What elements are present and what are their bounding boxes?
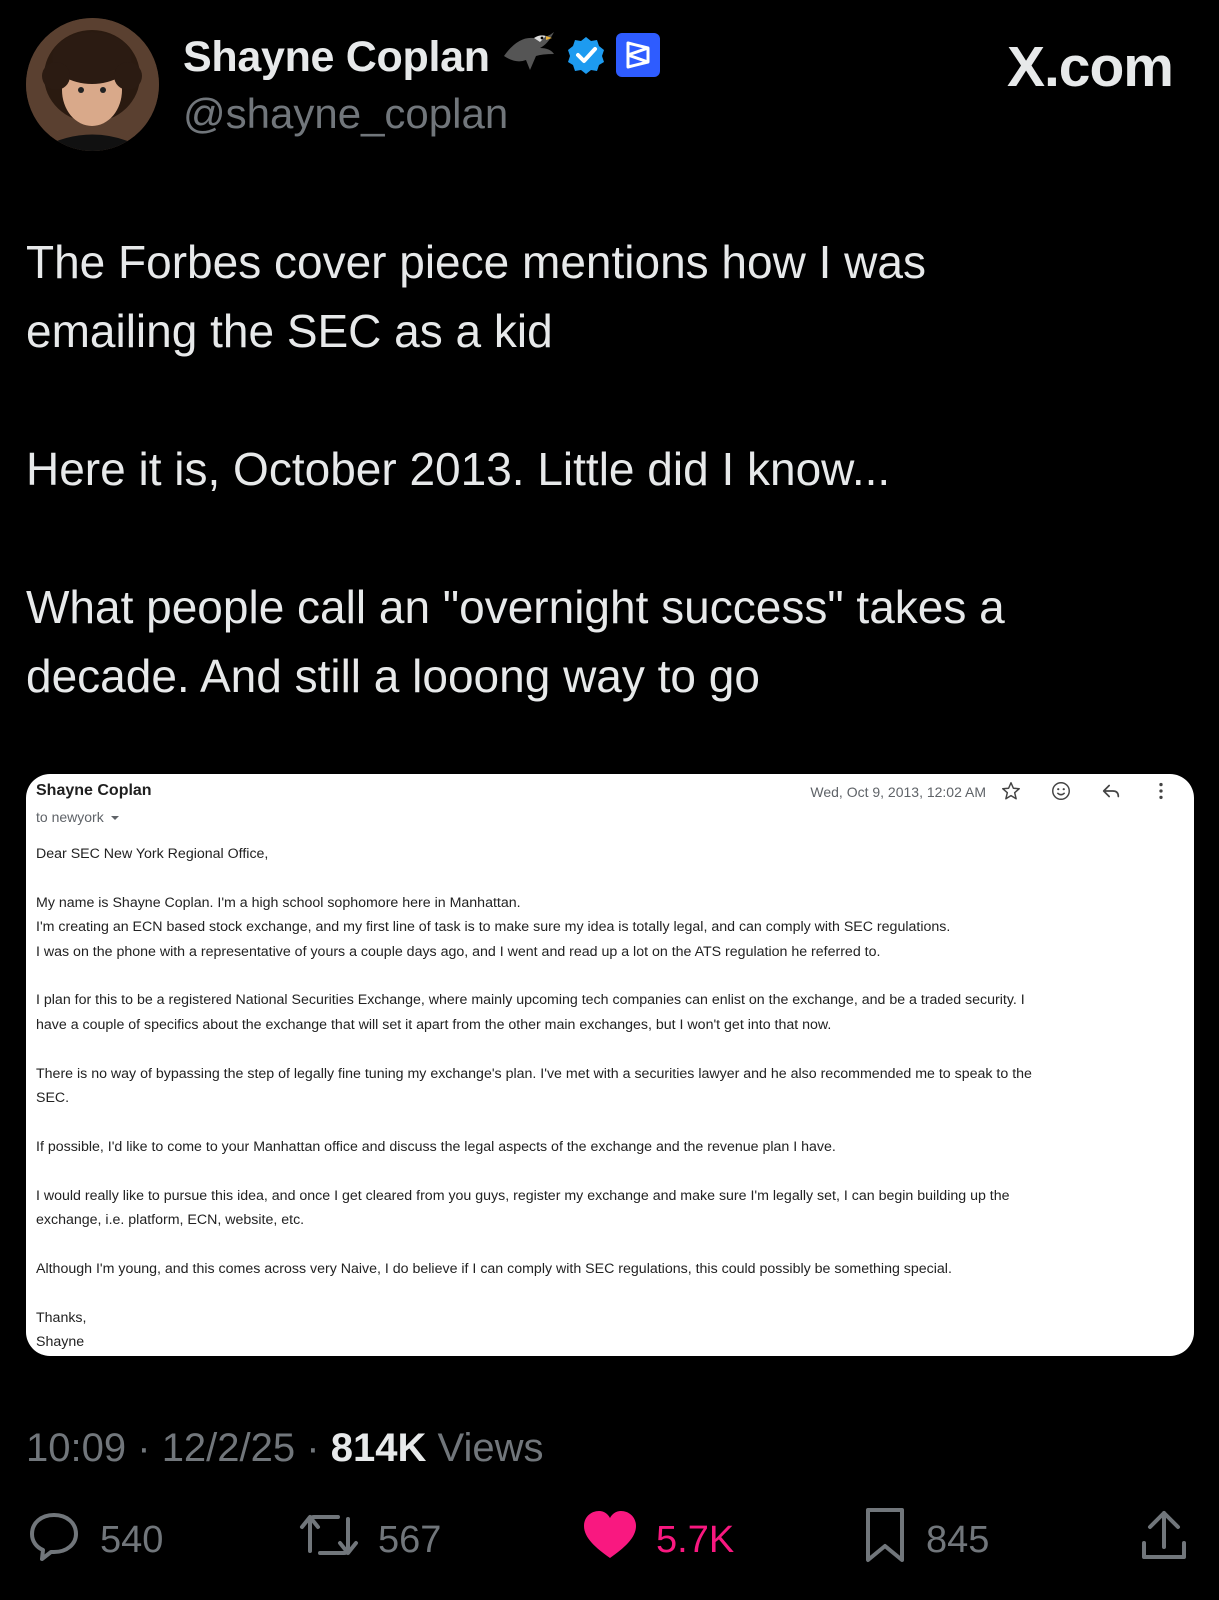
repost-icon bbox=[298, 1507, 360, 1573]
reply-icon bbox=[1086, 780, 1136, 808]
email-sender: Shayne Coplan bbox=[36, 782, 152, 799]
meta-separator: · bbox=[306, 1426, 320, 1470]
share-button[interactable] bbox=[1138, 1505, 1190, 1575]
email-paragraph: If possible, I'd like to come to your Ma… bbox=[36, 1138, 836, 1155]
emoji-icon bbox=[1036, 780, 1086, 808]
author-name-row: Shayne Coplan bbox=[183, 30, 660, 85]
tweet-date[interactable]: 12/2/25 bbox=[162, 1426, 295, 1470]
verified-badge-icon[interactable] bbox=[566, 35, 606, 80]
email-paragraph: I would really like to pursue this idea,… bbox=[36, 1187, 1010, 1229]
email-toolbar bbox=[986, 780, 1186, 808]
reply-bubble-icon bbox=[26, 1507, 82, 1573]
email-recipient: to newyork bbox=[36, 809, 120, 825]
share-icon bbox=[1138, 1507, 1190, 1573]
tweet-paragraph: What people call an "overnight success" … bbox=[26, 581, 1005, 702]
email-recipient-label: to newyork bbox=[36, 809, 104, 825]
email-paragraph: Thanks, Shayne bbox=[36, 1309, 87, 1351]
eagle-emoji-icon bbox=[500, 30, 556, 85]
author-handle[interactable]: @shayne_coplan bbox=[183, 90, 508, 138]
repost-button[interactable]: 567 bbox=[298, 1505, 441, 1575]
email-paragraph: My name is Shayne Coplan. I'm a high sch… bbox=[36, 894, 951, 960]
star-icon bbox=[986, 780, 1036, 808]
author-name[interactable]: Shayne Coplan bbox=[183, 33, 490, 82]
email-paragraph: I plan for this to be a registered Natio… bbox=[36, 992, 1025, 1033]
like-button[interactable]: 5.7K bbox=[582, 1505, 734, 1575]
bookmark-count: 845 bbox=[926, 1518, 990, 1561]
tweet-paragraph: Here it is, October 2013. Little did I k… bbox=[26, 443, 891, 495]
meta-separator: · bbox=[137, 1426, 151, 1470]
tweet-text: The Forbes cover piece mentions how I wa… bbox=[26, 228, 1186, 711]
polymarket-logo-icon[interactable] bbox=[615, 32, 660, 82]
email-screenshot-card[interactable]: Shayne Coplan to newyork Wed, Oct 9, 201… bbox=[26, 774, 1194, 1356]
repost-count: 567 bbox=[378, 1518, 442, 1561]
more-vertical-icon bbox=[1136, 780, 1186, 808]
email-paragraph: There is no way of bypassing the step of… bbox=[36, 1065, 1032, 1107]
action-bar: 540 567 5.7K 845 bbox=[0, 1505, 1219, 1575]
tweet-time[interactable]: 10:09 bbox=[26, 1426, 126, 1470]
views-count: 814K bbox=[330, 1426, 427, 1470]
tweet-meta: 10:09 · 12/2/25 · 814K Views bbox=[26, 1426, 543, 1471]
bookmark-icon bbox=[862, 1506, 908, 1574]
tweet-paragraph: The Forbes cover piece mentions how I wa… bbox=[26, 236, 926, 357]
email-date: Wed, Oct 9, 2013, 12:02 AM bbox=[810, 784, 986, 800]
reply-button[interactable]: 540 bbox=[26, 1505, 163, 1575]
bookmark-button[interactable]: 845 bbox=[862, 1505, 989, 1575]
brand-watermark: X.com bbox=[1006, 35, 1174, 99]
email-paragraph: Although I'm young, and this comes acros… bbox=[36, 1260, 952, 1277]
views-label: Views bbox=[437, 1426, 544, 1470]
chevron-down-icon bbox=[110, 809, 120, 825]
reply-count: 540 bbox=[100, 1518, 164, 1561]
heart-filled-icon bbox=[582, 1510, 638, 1570]
like-count: 5.7K bbox=[656, 1518, 735, 1561]
email-body: Dear SEC New York Regional Office, My na… bbox=[36, 842, 1186, 1356]
email-paragraph: Dear SEC New York Regional Office, bbox=[36, 846, 269, 862]
avatar[interactable] bbox=[26, 18, 159, 151]
